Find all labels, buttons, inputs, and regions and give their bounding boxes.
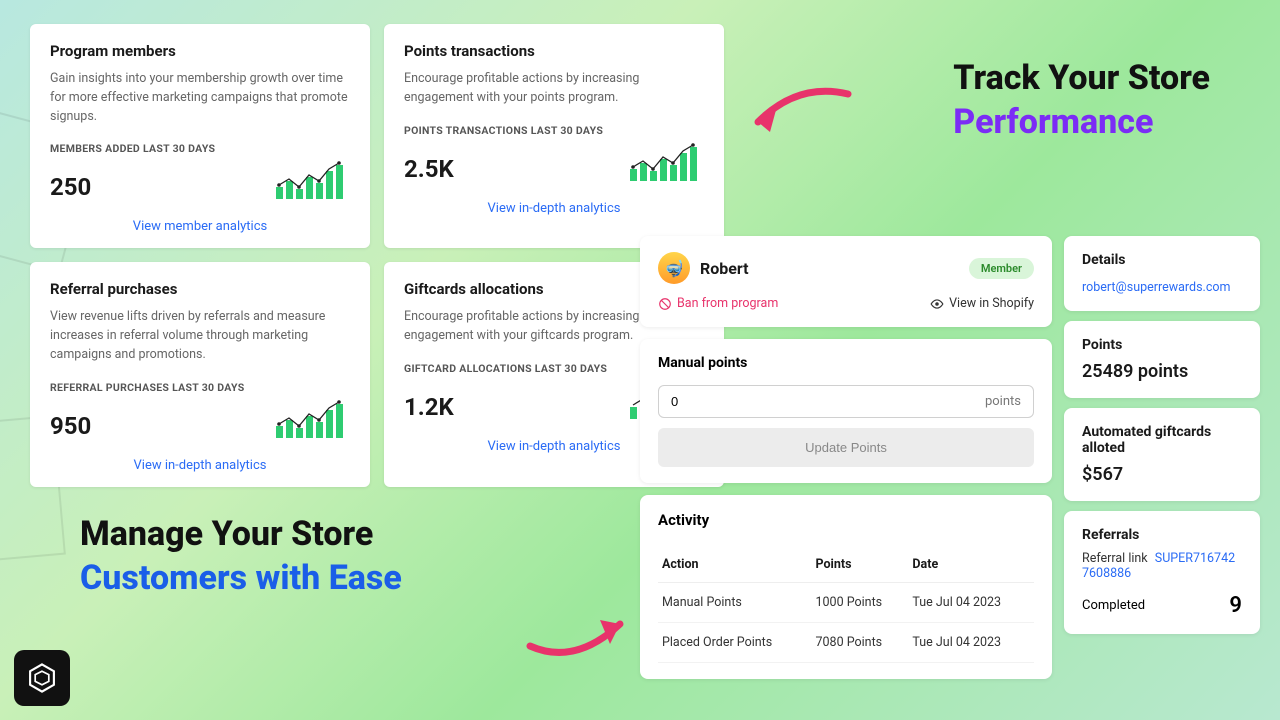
avatar: 🤿	[658, 252, 690, 284]
arrow-icon	[738, 82, 858, 152]
metric-label: POINTS TRANSACTIONS LAST 30 DAYS	[404, 124, 704, 137]
customer-email-link[interactable]: robert@superrewards.com	[1082, 280, 1230, 295]
referrals-panel: Referrals Referral link SUPER71674276088…	[1064, 511, 1260, 634]
col-points: Points	[812, 547, 909, 583]
card-title: Points transactions	[404, 42, 704, 60]
ban-from-program-link[interactable]: Ban from program	[658, 296, 778, 311]
table-row: Placed Order Points 7080 Points Tue Jul …	[658, 623, 1034, 663]
metric-label: REFERRAL PURCHASES LAST 30 DAYS	[50, 381, 350, 394]
points-panel: Points 25489 points	[1064, 321, 1260, 398]
metric-label: MEMBERS ADDED LAST 30 DAYS	[50, 142, 350, 155]
card-program-members: Program members Gain insights into your …	[30, 24, 370, 248]
card-title: Program members	[50, 42, 350, 60]
card-points-transactions: Points transactions Encourage profitable…	[384, 24, 724, 248]
col-date: Date	[908, 547, 1034, 583]
eye-icon	[930, 297, 944, 311]
headline-track-performance: Track Your Store Performance	[953, 58, 1210, 142]
points-unit: points	[985, 394, 1021, 409]
sparkline-icon	[270, 159, 350, 201]
customer-panel: 🤿 Robert Member Ban from program View in…	[640, 236, 1260, 710]
col-action: Action	[658, 547, 812, 583]
panel-title: Manual points	[658, 355, 1034, 371]
arrow-icon	[520, 596, 640, 666]
panel-title: Activity	[658, 511, 1034, 529]
sparkline-icon	[624, 141, 704, 183]
manual-points-input-wrap: points	[658, 385, 1034, 418]
card-desc: Encourage profitable actions by increasi…	[404, 70, 704, 108]
profile-panel: 🤿 Robert Member Ban from program View in…	[640, 236, 1052, 327]
analytics-grid: Program members Gain insights into your …	[30, 24, 730, 487]
metric-value: 950	[50, 412, 91, 440]
headline-manage-customers: Manage Your Store Customers with Ease	[80, 514, 402, 598]
manual-points-panel: Manual points points Update Points	[640, 339, 1052, 483]
card-title: Referral purchases	[50, 280, 350, 298]
details-panel: Details robert@superrewards.com	[1064, 236, 1260, 311]
points-value: 25489 points	[1082, 361, 1242, 382]
hexagon-logo-icon	[25, 661, 59, 695]
customer-name: Robert	[700, 259, 749, 278]
view-analytics-link[interactable]: View in-depth analytics	[488, 439, 621, 454]
view-analytics-link[interactable]: View in-depth analytics	[134, 458, 267, 473]
metric-value: 2.5K	[404, 155, 454, 183]
manual-points-input[interactable]	[671, 394, 985, 409]
member-badge: Member	[969, 258, 1034, 279]
metric-value: 250	[50, 173, 91, 201]
update-points-button[interactable]: Update Points	[658, 428, 1034, 467]
view-analytics-link[interactable]: View member analytics	[133, 219, 267, 234]
giftcards-value: $567	[1082, 464, 1242, 485]
sparkline-icon	[270, 398, 350, 440]
table-row: Manual Points 1000 Points Tue Jul 04 202…	[658, 583, 1034, 623]
completed-label: Completed	[1082, 598, 1145, 613]
card-desc: Gain insights into your membership growt…	[50, 70, 350, 126]
activity-panel: Activity Action Points Date Manual Point…	[640, 495, 1052, 679]
completed-count: 9	[1229, 593, 1242, 618]
ban-icon	[658, 297, 672, 311]
view-in-shopify-link[interactable]: View in Shopify	[930, 296, 1034, 311]
view-analytics-link[interactable]: View in-depth analytics	[488, 201, 621, 216]
app-logo	[14, 650, 70, 706]
giftcards-panel: Automated giftcards alloted $567	[1064, 408, 1260, 501]
card-desc: View revenue lifts driven by referrals a…	[50, 308, 350, 364]
metric-value: 1.2K	[404, 393, 454, 421]
card-referral-purchases: Referral purchases View revenue lifts dr…	[30, 262, 370, 486]
